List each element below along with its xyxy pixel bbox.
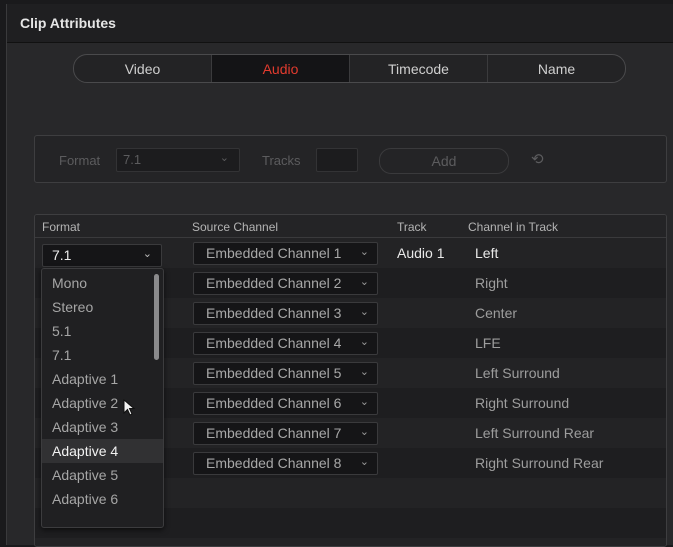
clip-attributes-window: Clip Attributes Video Audio Timecode Nam… [6, 4, 673, 547]
dropdown-option-label: Adaptive 5 [52, 467, 119, 483]
chevron-down-icon: ⌄ [359, 456, 369, 468]
channel-in-track-value: LFE [475, 335, 501, 351]
track-value: Audio 1 [397, 245, 445, 261]
channel-in-track-value: Right Surround Rear [475, 455, 604, 471]
dropdown-option-label: Adaptive 1 [52, 371, 119, 387]
chevron-down-icon: ⌄ [142, 248, 152, 260]
window-title: Clip Attributes [20, 15, 116, 31]
reset-icon[interactable]: ⟲ [531, 150, 544, 168]
format-toolbar: Format 7.1 ⌄ Tracks Add ⟲ [34, 135, 667, 183]
channel-in-track-value: Center [475, 305, 518, 321]
header-source-channel: Source Channel [192, 220, 279, 234]
tab-audio[interactable]: Audio [212, 55, 350, 82]
dropdown-option-label: 7.1 [52, 347, 72, 363]
dropdown-option[interactable]: 5.1 [42, 319, 163, 343]
chevron-down-icon: ⌄ [359, 246, 369, 258]
dropdown-option-label: Stereo [52, 299, 94, 315]
chevron-down-icon: ⌄ [219, 152, 229, 164]
dropdown-option[interactable]: Adaptive 2 [42, 391, 163, 415]
channel-in-track-value: Left [475, 245, 499, 261]
dropdown-option[interactable]: Adaptive 6 [42, 487, 163, 511]
format-select-value: 7.1 [123, 152, 142, 167]
dropdown-option[interactable]: 7.1 [42, 343, 163, 367]
source-channel-select[interactable]: Embedded Channel 6 ⌄ [193, 392, 378, 415]
chevron-down-icon: ⌄ [359, 276, 369, 288]
dropdown-option-label: 5.1 [52, 323, 72, 339]
source-channel-select[interactable]: Embedded Channel 1 ⌄ [193, 242, 378, 265]
dropdown-option-label: Adaptive 2 [52, 395, 119, 411]
table-header: Format Source Channel Track Channel in T… [35, 215, 666, 238]
source-channel-value: Embedded Channel 5 [206, 365, 342, 381]
tab-name[interactable]: Name [488, 55, 625, 82]
channel-in-track-value: Left Surround [475, 365, 560, 381]
source-channel-select[interactable]: Embedded Channel 4 ⌄ [193, 332, 378, 355]
dropdown-option[interactable]: Stereo [42, 295, 163, 319]
source-channel-value: Embedded Channel 6 [206, 395, 342, 411]
channel-mapping-table: Format Source Channel Track Channel in T… [34, 214, 667, 547]
dropdown-option[interactable]: Adaptive 1 [42, 367, 163, 391]
row-format-select[interactable]: 7.1 ⌄ [42, 244, 162, 267]
tab-timecode[interactable]: Timecode [350, 55, 488, 82]
title-bar: Clip Attributes [7, 4, 673, 43]
dropdown-option-label: Adaptive 3 [52, 419, 119, 435]
chevron-down-icon: ⌄ [359, 396, 369, 408]
header-track: Track [397, 220, 427, 234]
row-format-value: 7.1 [52, 247, 72, 263]
source-channel-value: Embedded Channel 4 [206, 335, 342, 351]
header-channel-in-track: Channel in Track [468, 220, 559, 234]
dropdown-option-label: Adaptive 6 [52, 491, 119, 507]
mouse-pointer-icon [123, 399, 136, 416]
source-channel-select[interactable]: Embedded Channel 5 ⌄ [193, 362, 378, 385]
source-channel-value: Embedded Channel 2 [206, 275, 342, 291]
format-select[interactable]: 7.1 ⌄ [116, 148, 240, 172]
tab-bar: Video Audio Timecode Name [73, 54, 626, 83]
channel-in-track-value: Right Surround [475, 395, 570, 411]
source-channel-value: Embedded Channel 7 [206, 425, 342, 441]
chevron-down-icon: ⌄ [359, 306, 369, 318]
tab-video[interactable]: Video [74, 55, 212, 82]
dropdown-option-label: Mono [52, 275, 88, 291]
dropdown-option[interactable]: Adaptive 5 [42, 463, 163, 487]
format-label: Format [59, 153, 101, 168]
channel-in-track-value: Right [475, 275, 508, 291]
dropdown-option[interactable]: Adaptive 3 [42, 415, 163, 439]
dropdown-option-label: Adaptive 4 [52, 443, 119, 459]
source-channel-select[interactable]: Embedded Channel 7 ⌄ [193, 422, 378, 445]
dropdown-option[interactable]: Adaptive 4 [42, 439, 163, 463]
chevron-down-icon: ⌄ [359, 366, 369, 378]
chevron-down-icon: ⌄ [359, 426, 369, 438]
tracks-label: Tracks [262, 153, 301, 168]
source-channel-select[interactable]: Embedded Channel 2 ⌄ [193, 272, 378, 295]
format-dropdown-menu: Mono Stereo 5.1 7.1 Adaptive 1 Adaptive 2 Adap… [41, 268, 164, 528]
add-button[interactable]: Add [379, 148, 509, 174]
tracks-input[interactable] [316, 148, 358, 172]
source-channel-value: Embedded Channel 1 [206, 245, 342, 261]
source-channel-select[interactable]: Embedded Channel 8 ⌄ [193, 452, 378, 475]
chevron-down-icon: ⌄ [359, 336, 369, 348]
source-channel-select[interactable]: Embedded Channel 3 ⌄ [193, 302, 378, 325]
empty-row [35, 538, 666, 546]
header-format: Format [42, 220, 81, 234]
source-channel-value: Embedded Channel 3 [206, 305, 342, 321]
dropdown-option[interactable]: Mono [42, 271, 163, 295]
source-channel-value: Embedded Channel 8 [206, 455, 342, 471]
channel-in-track-value: Left Surround Rear [475, 425, 595, 441]
